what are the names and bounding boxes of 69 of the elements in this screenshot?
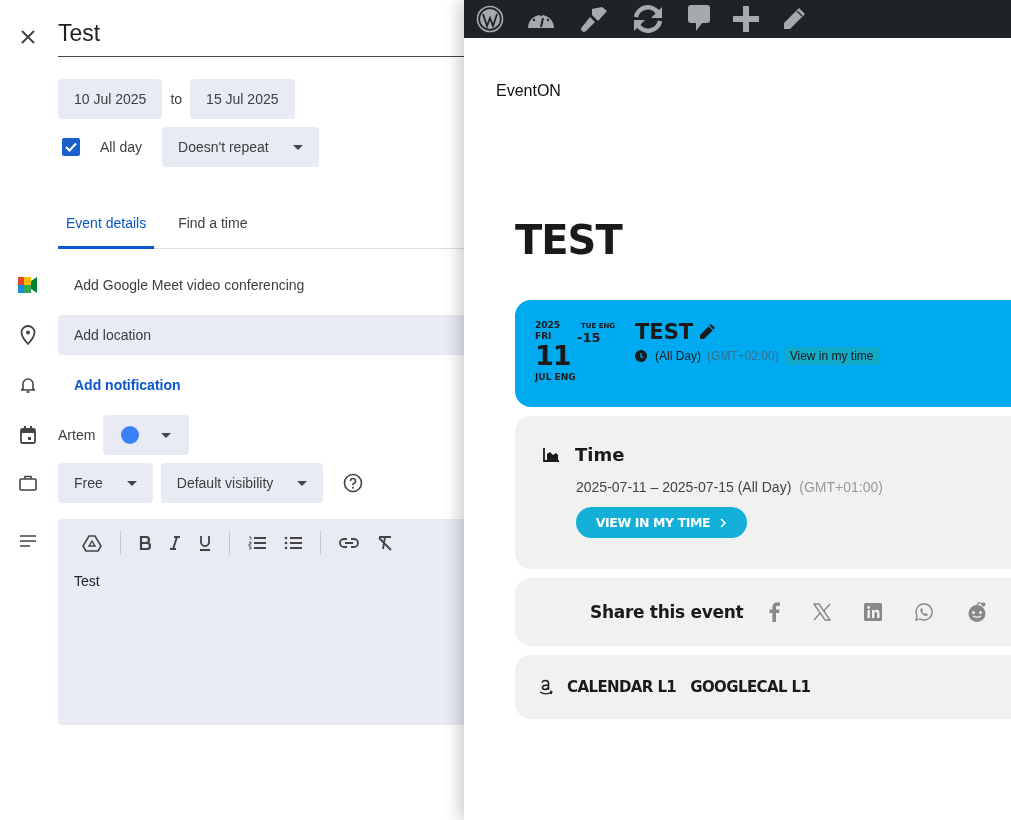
category-tag[interactable]: CALENDAR L1 (567, 678, 677, 696)
all-day-text: (All Day) (655, 349, 701, 363)
chevron-right-icon (720, 517, 728, 528)
calendar-color-dropdown[interactable] (103, 415, 190, 455)
date-range: 2025-07-11 – 2025-07-15 (All Day) (576, 479, 792, 495)
end-date-field[interactable]: 15 Jul 2025 (190, 79, 295, 119)
italic-icon[interactable] (169, 536, 181, 550)
category-tag[interactable]: GOOGLECAL L1 (690, 678, 811, 696)
refresh-icon[interactable] (631, 5, 665, 33)
location-field[interactable]: Add location (58, 315, 464, 355)
repeat-dropdown[interactable]: Doesn't repeat (162, 127, 319, 167)
calendar-icon (20, 426, 36, 444)
all-day-label: All day (100, 139, 143, 155)
numbered-list-icon[interactable] (248, 536, 266, 550)
all-day-checkbox[interactable] (62, 138, 80, 156)
calendar-owner: Artem (58, 427, 96, 443)
drive-icon[interactable] (82, 534, 102, 552)
pencil-icon[interactable] (698, 323, 717, 341)
underline-icon[interactable] (199, 535, 211, 551)
wordpress-logo-icon[interactable] (476, 5, 504, 33)
end-day: -15 (577, 331, 635, 345)
share-label: Share this event (590, 602, 744, 622)
clear-formatting-icon[interactable] (377, 535, 393, 551)
event-month: JUL ENG (535, 371, 577, 384)
to-label: to (170, 91, 183, 107)
whatsapp-icon[interactable] (915, 603, 934, 621)
linkedin-icon[interactable] (864, 603, 883, 621)
visibility-dropdown[interactable]: Default visibility (160, 463, 324, 503)
facebook-icon[interactable] (768, 602, 781, 622)
plus-icon[interactable] (733, 6, 759, 32)
title-field[interactable]: Test (58, 18, 464, 57)
event-year: 2025 (535, 320, 562, 331)
x-logo-icon[interactable] (813, 603, 832, 621)
page-heading: TEST (515, 220, 624, 260)
bulleted-list-icon[interactable] (284, 536, 302, 550)
event-day: 11 (535, 342, 581, 370)
clock-icon (635, 350, 647, 362)
area-chart-icon (543, 447, 559, 462)
description-text: Test (74, 573, 101, 589)
time-title: Time (575, 444, 625, 465)
caret-icon (297, 480, 308, 486)
notes-icon (20, 535, 36, 547)
pencil-icon[interactable] (782, 7, 806, 31)
add-notification-link[interactable]: Add notification (58, 377, 464, 393)
caret-icon (292, 144, 303, 150)
video-camera-icon (18, 277, 38, 293)
view-in-my-time-link[interactable]: View in my time (784, 347, 879, 365)
bold-icon[interactable] (139, 536, 151, 550)
event-title: TEST (635, 320, 694, 344)
paintbrush-icon[interactable] (578, 5, 608, 33)
timezone-text: (GMT+02:00) (707, 349, 779, 363)
help-icon[interactable] (343, 473, 364, 493)
location-pin-icon (20, 325, 36, 345)
timezone-text: (GMT+01:00) (799, 479, 883, 495)
site-title[interactable]: EventON (496, 38, 1011, 100)
tab[interactable]: Event details (58, 203, 155, 249)
caret-icon (161, 432, 172, 438)
briefcase-icon (19, 475, 37, 491)
link-icon[interactable] (339, 538, 359, 548)
availability-dropdown[interactable]: Free (58, 463, 153, 503)
start-date-field[interactable]: 10 Jul 2025 (58, 79, 163, 119)
bell-icon (21, 377, 35, 393)
speech-bubble-icon[interactable] (688, 5, 710, 33)
description-editor[interactable]: Test (58, 519, 464, 725)
amazon-logo-icon (539, 679, 553, 695)
tab[interactable]: Find a time (170, 203, 256, 249)
meet-link[interactable]: Add Google Meet video conferencing (58, 277, 464, 293)
close-icon[interactable] (20, 29, 36, 45)
caret-icon (126, 480, 137, 486)
